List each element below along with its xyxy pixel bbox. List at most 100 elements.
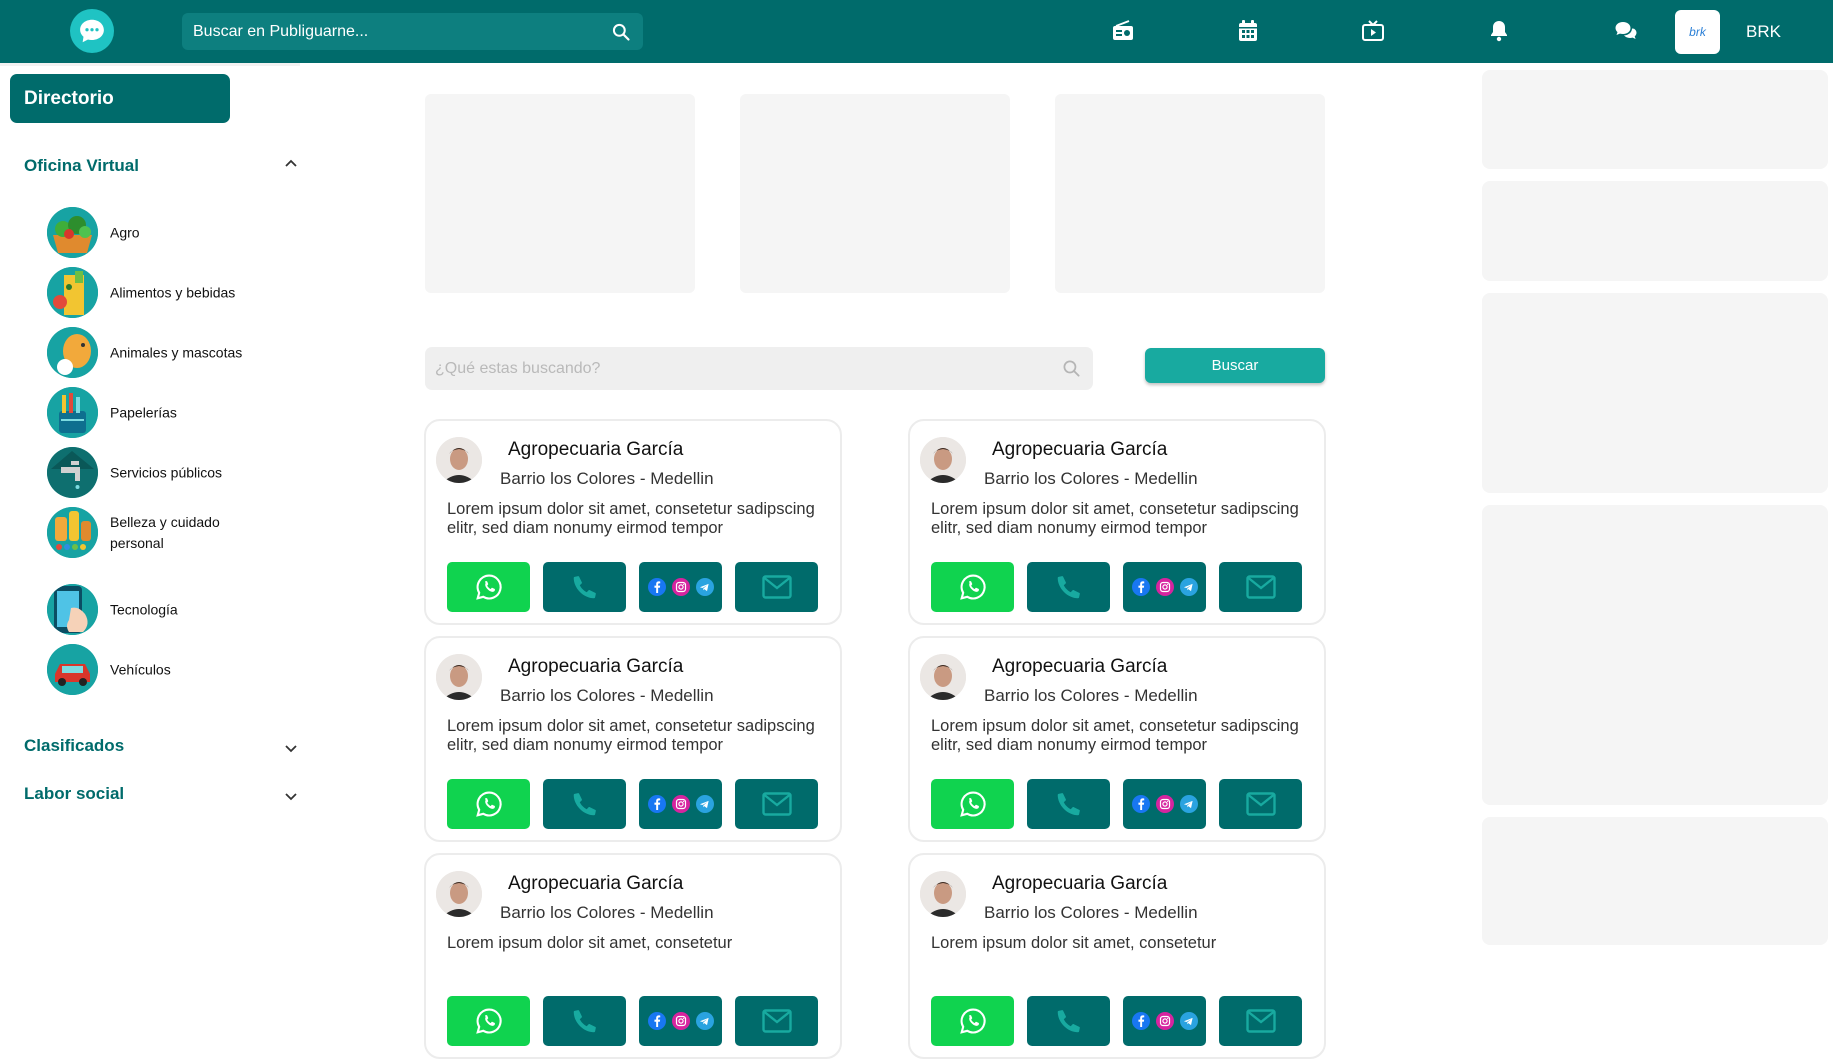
email-button[interactable] [735,562,818,612]
search-button[interactable]: Buscar [1145,348,1325,383]
email-button[interactable] [1219,562,1302,612]
instagram-icon[interactable] [1155,1012,1174,1030]
banner-placeholder-3[interactable] [1055,94,1325,293]
phone-icon [1057,793,1080,816]
right-ad-placeholder-3[interactable] [1482,293,1828,493]
whatsapp-button[interactable] [931,996,1014,1046]
phone-button[interactable] [543,779,626,829]
agro-icon [47,207,98,258]
whatsapp-button[interactable] [447,996,530,1046]
phone-button[interactable] [1027,779,1110,829]
facebook-icon[interactable] [1131,795,1150,813]
business-card[interactable]: Agropecuaria García Barrio los Colores -… [908,636,1326,842]
chat-icon[interactable] [1613,18,1639,44]
category-papelerias[interactable]: Papelerías [47,387,307,439]
category-agro[interactable]: Agro [47,207,307,259]
category-label: Tecnología [110,601,178,618]
instagram-icon[interactable] [1155,795,1174,813]
global-search-input[interactable] [182,13,602,50]
facebook-icon[interactable] [1131,578,1150,596]
telegram-icon[interactable] [695,578,714,596]
email-button[interactable] [735,779,818,829]
email-button[interactable] [1219,996,1302,1046]
radio-icon[interactable] [1110,18,1136,44]
section-clasificados[interactable]: Clasificados [24,736,124,756]
stationery-icon [47,387,98,438]
business-description: Lorem ipsum dolor sit amet, consetetur s… [931,500,1299,537]
global-search [182,13,643,50]
category-servicios-publicos[interactable]: Servicios públicos [47,447,307,499]
right-ad-placeholder-4[interactable] [1482,505,1828,805]
category-tecnologia[interactable]: Tecnología [47,584,307,636]
social-networks-button[interactable] [1123,562,1206,612]
category-alimentos-bebidas[interactable]: Alimentos y bebidas [47,267,307,319]
chevron-down-icon[interactable] [284,742,298,756]
profile-brand-logo[interactable]: brk [1675,10,1720,54]
avatar [920,437,966,483]
right-ad-placeholder-5[interactable] [1482,817,1828,945]
whatsapp-button[interactable] [931,562,1014,612]
business-location: Barrio los Colores - Medellin [500,903,714,922]
tv-icon[interactable] [1360,18,1386,44]
bell-icon[interactable] [1486,18,1512,44]
top-navbar: brk BRK [0,0,1833,63]
whatsapp-button[interactable] [447,562,530,612]
right-ad-placeholder-2[interactable] [1482,181,1828,281]
business-card[interactable]: Agropecuaria García Barrio los Colores -… [424,419,842,625]
app-logo[interactable] [70,9,114,53]
username[interactable]: BRK [1746,22,1781,42]
instagram-icon[interactable] [671,578,690,596]
search-icon[interactable] [611,22,631,42]
telegram-icon[interactable] [1179,1012,1198,1030]
mail-icon [1245,792,1276,816]
instagram-icon[interactable] [671,795,690,813]
chevron-down-icon[interactable] [284,790,298,804]
social-networks-button[interactable] [1123,996,1206,1046]
whatsapp-button[interactable] [447,779,530,829]
social-networks-button[interactable] [639,779,722,829]
business-location: Barrio los Colores - Medellin [984,903,1198,922]
whatsapp-icon [959,574,986,600]
telegram-icon[interactable] [695,1012,714,1030]
instagram-icon[interactable] [1155,578,1174,596]
public-services-icon [47,447,98,498]
banner-placeholder-2[interactable] [740,94,1010,293]
business-card[interactable]: Agropecuaria García Barrio los Colores -… [908,419,1326,625]
phone-button[interactable] [1027,562,1110,612]
whatsapp-button[interactable] [931,779,1014,829]
category-belleza-cuidado[interactable]: Belleza y cuidado personal [47,507,307,559]
business-card[interactable]: Agropecuaria García Barrio los Colores -… [424,853,842,1059]
email-button[interactable] [1219,779,1302,829]
category-vehiculos[interactable]: Vehículos [47,644,307,696]
phone-button[interactable] [543,562,626,612]
right-ad-placeholder-1[interactable] [1482,70,1828,169]
category-animales-mascotas[interactable]: Animales y mascotas [47,327,307,379]
calendar-icon[interactable] [1235,18,1261,44]
facebook-icon[interactable] [647,1012,666,1030]
facebook-icon[interactable] [1131,1012,1150,1030]
social-networks-button[interactable] [639,562,722,612]
instagram-icon[interactable] [671,1012,690,1030]
section-oficina-virtual[interactable]: Oficina Virtual [24,156,139,176]
directory-button[interactable]: Directorio [10,74,230,123]
banner-placeholder-1[interactable] [425,94,695,293]
section-labor-social[interactable]: Labor social [24,784,124,804]
business-card[interactable]: Agropecuaria García Barrio los Colores -… [424,636,842,842]
directory-search-input[interactable] [425,347,1045,390]
category-label: Vehículos [110,661,171,678]
telegram-icon[interactable] [695,795,714,813]
sidebar-divider [0,63,300,66]
mail-icon [761,1009,792,1033]
business-card[interactable]: Agropecuaria García Barrio los Colores -… [908,853,1326,1059]
phone-button[interactable] [1027,996,1110,1046]
social-networks-button[interactable] [1123,779,1206,829]
chevron-up-icon[interactable] [284,156,298,170]
phone-button[interactable] [543,996,626,1046]
telegram-icon[interactable] [1179,795,1198,813]
email-button[interactable] [735,996,818,1046]
social-networks-button[interactable] [639,996,722,1046]
telegram-icon[interactable] [1179,578,1198,596]
facebook-icon[interactable] [647,795,666,813]
search-icon[interactable] [1062,359,1081,378]
facebook-icon[interactable] [647,578,666,596]
